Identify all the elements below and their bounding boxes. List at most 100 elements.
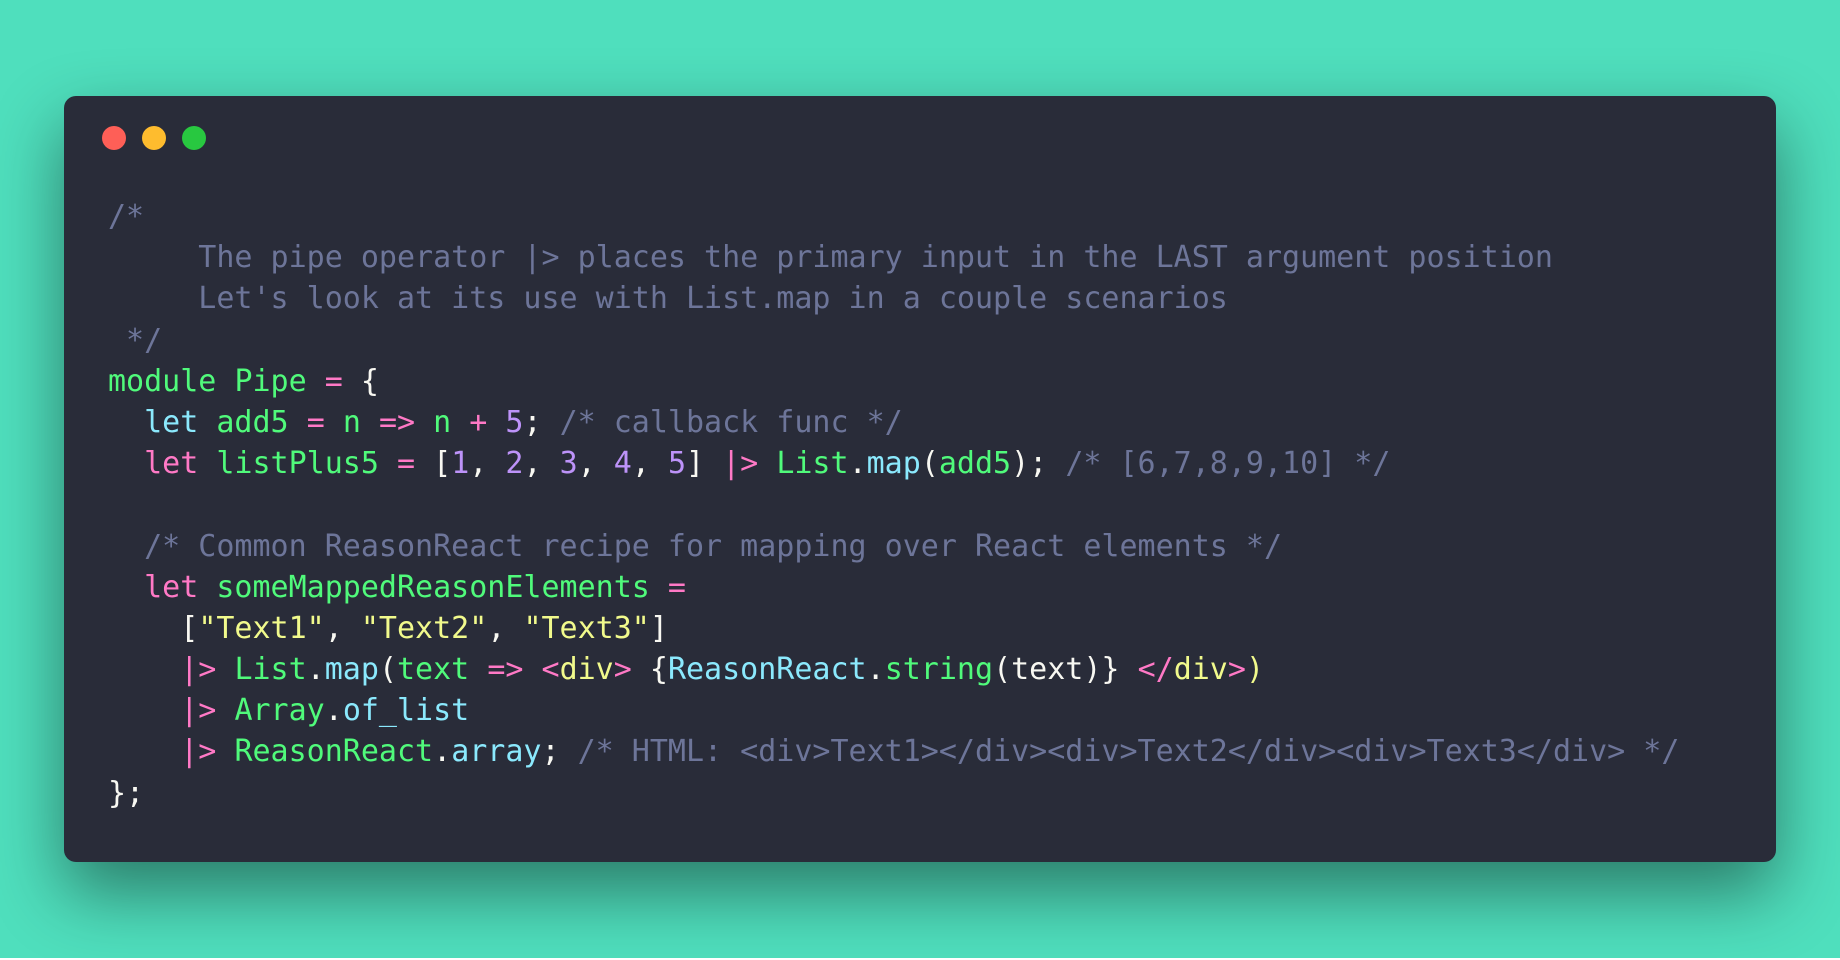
code-token-punct: ,: [631, 446, 668, 482]
code-token-number: 1: [451, 446, 470, 482]
code-line: let someMappedReasonElements =: [108, 567, 1756, 608]
code-line: The pipe operator |> places the primary …: [108, 237, 1756, 278]
code-token-punct: {: [360, 363, 379, 399]
code-block: /* The pipe operator |> places the prima…: [108, 196, 1756, 814]
code-token-op: =: [397, 446, 416, 482]
window-controls: [102, 126, 206, 150]
code-token-punct: )}: [1083, 652, 1120, 688]
code-token-number: 2: [505, 446, 524, 482]
code-token-op: </: [1137, 652, 1174, 688]
code-token-ident: text: [397, 652, 470, 688]
code-token-module: Pipe: [234, 363, 307, 399]
close-button[interactable]: [102, 126, 126, 150]
code-token-punct: .: [324, 693, 343, 729]
code-token-op: =: [324, 363, 343, 399]
code-token-comment: */: [108, 322, 163, 358]
code-token-op: |>: [722, 446, 759, 482]
code-token-string: "Text2": [360, 610, 488, 646]
code-token-op: =: [306, 404, 325, 440]
code-token-ident: n: [433, 404, 452, 440]
code-token-punct: .: [866, 652, 885, 688]
code-token-comment: /* Common ReasonReact recipe for mapping…: [144, 528, 1283, 564]
code-token-string: "Text1": [198, 610, 325, 646]
code-token-punct: ,: [577, 446, 614, 482]
code-token-string: div: [559, 652, 614, 688]
code-line: |> List.map(text => <div> {ReasonReact.s…: [108, 649, 1756, 690]
code-line: module Pipe = {: [108, 361, 1756, 402]
code-token-punct: (: [993, 652, 1012, 688]
code-token-punct: .: [433, 734, 452, 770]
code-token-punct: ,: [324, 610, 361, 646]
code-token-op: =>: [487, 652, 524, 688]
code-token-op: >: [1227, 652, 1246, 688]
code-token-ident: listPlus5: [216, 446, 379, 482]
code-line: |> Array.of_list: [108, 690, 1756, 731]
code-token-punct: ,: [487, 610, 524, 646]
code-token-ident: someMappedReasonElements: [216, 569, 650, 605]
code-line: /* Common ReasonReact recipe for mapping…: [108, 526, 1756, 567]
code-token-op: +: [469, 404, 488, 440]
code-token-func: map: [866, 446, 921, 482]
code-token-punct: (: [378, 652, 397, 688]
code-line: |> ReasonReact.array; /* HTML: <div>Text…: [108, 731, 1756, 772]
code-token-func: array: [451, 734, 542, 770]
code-token-func: let: [144, 404, 199, 440]
minimize-button[interactable]: [142, 126, 166, 150]
code-token-punct: [: [433, 446, 452, 482]
code-token-number: 3: [559, 446, 578, 482]
code-token-comment: /*: [108, 199, 145, 234]
code-token-func: ReasonReact: [667, 652, 867, 688]
code-line: let listPlus5 = [1, 2, 3, 4, 5] |> List.…: [108, 443, 1756, 484]
code-window: /* The pipe operator |> places the prima…: [64, 96, 1776, 862]
code-token-keyword: let: [144, 446, 199, 482]
code-token-op: =>: [378, 404, 416, 440]
code-line: let add5 = n => n + 5; /* callback func …: [108, 402, 1756, 443]
code-token-punct: };: [108, 775, 145, 811]
code-line: */: [108, 320, 1756, 361]
code-token-comment: /* HTML: <div>Text1></div><div>Text2</di…: [577, 734, 1680, 770]
code-token-punct: ]: [686, 446, 705, 482]
code-line: Let's look at its use with List.map in a…: [108, 278, 1756, 319]
code-token-func: map: [324, 652, 379, 688]
code-token-op: >: [613, 652, 632, 688]
maximize-button[interactable]: [182, 126, 206, 150]
code-token-op: =: [667, 569, 686, 605]
code-token-op: |>: [180, 652, 217, 688]
code-token-punct: ]: [649, 610, 668, 646]
code-token-string: div: [1173, 652, 1228, 688]
code-token-ident: string: [884, 652, 994, 688]
code-line: /*: [108, 196, 1756, 237]
code-line: ["Text1", "Text2", "Text3"]: [108, 608, 1756, 649]
code-token-module: List: [234, 652, 307, 688]
code-token-punct: {: [649, 652, 668, 688]
code-token-op: |>: [180, 693, 217, 729]
code-token-ident: add5: [938, 446, 1012, 482]
code-token-punct: ,: [469, 446, 506, 482]
